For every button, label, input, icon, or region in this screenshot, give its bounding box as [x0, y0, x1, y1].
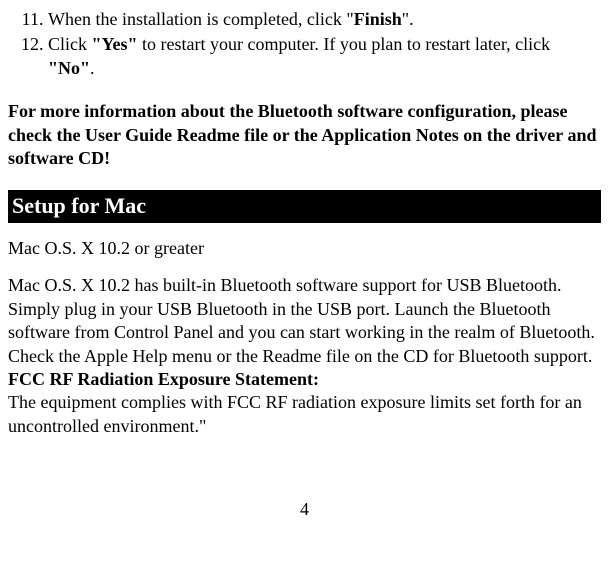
mac-body-text: Mac O.S. X 10.2 has built-in Bluetooth s… [8, 275, 595, 365]
info-paragraph: For more information about the Bluetooth… [8, 100, 601, 170]
list-item-text: Click [48, 34, 92, 54]
mac-requirement: Mac O.S. X 10.2 or greater [8, 237, 601, 260]
fcc-body-text: The equipment complies with FCC RF radia… [8, 392, 582, 435]
list-item-text: . [90, 58, 95, 78]
instruction-list: When the installation is completed, clic… [8, 8, 601, 80]
list-item-bold: "No" [48, 58, 90, 78]
list-item-bold: Finish [354, 9, 402, 29]
fcc-heading: FCC RF Radiation Exposure Statement: [8, 369, 319, 389]
list-item-bold: "Yes" [92, 34, 138, 54]
list-item-text: When the installation is completed, clic… [48, 9, 354, 29]
mac-body-paragraph: Mac O.S. X 10.2 has built-in Bluetooth s… [8, 274, 601, 438]
list-item: When the installation is completed, clic… [48, 8, 601, 31]
list-item-text: ". [402, 9, 414, 29]
list-item-text: to restart your computer. If you plan to… [137, 34, 550, 54]
page-number: 4 [8, 498, 601, 521]
section-header-setup-mac: Setup for Mac [8, 190, 601, 223]
list-item: Click "Yes" to restart your computer. If… [48, 33, 601, 80]
